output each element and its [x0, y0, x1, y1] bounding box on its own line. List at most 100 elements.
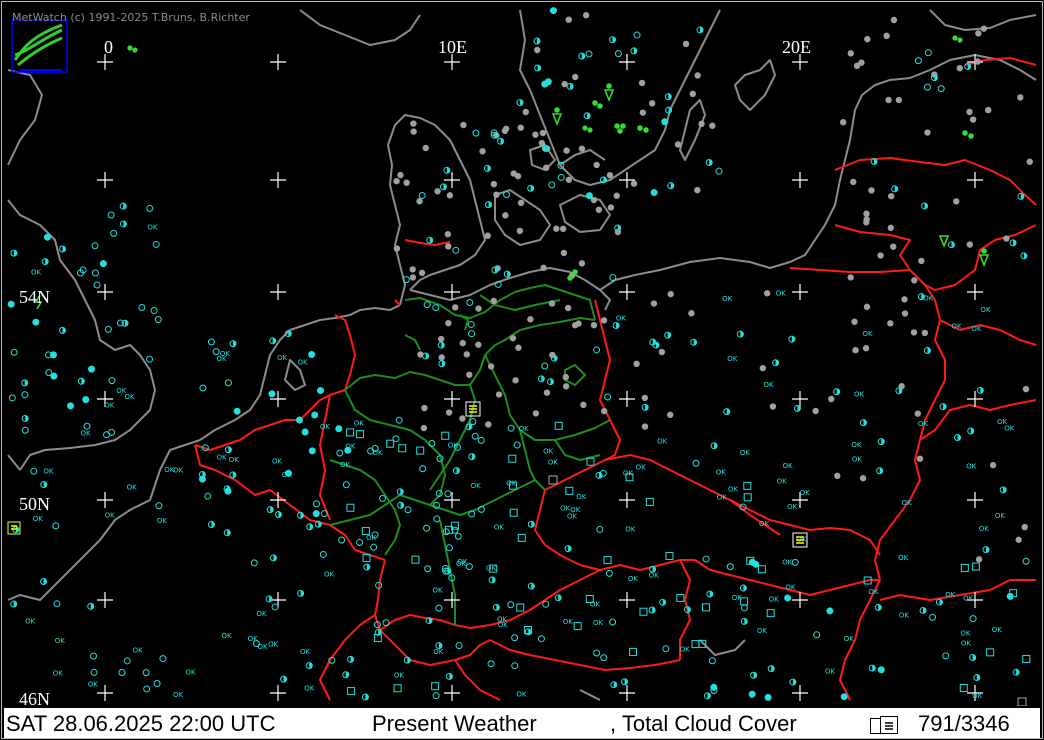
cloud-cover-station-icon: [513, 441, 521, 449]
overcast-station-icon: [540, 264, 547, 272]
overcast-station-icon: [565, 176, 573, 183]
overcast-station-icon: [393, 177, 400, 185]
clear-sky-station-label: OK: [268, 641, 279, 649]
longitude-label-0: 0: [104, 37, 113, 57]
overcast-station-icon: [565, 16, 572, 23]
clear-sky-station-label: OK: [740, 449, 751, 457]
cloud-cover-station-icon: [585, 192, 593, 200]
cloud-cover-station-icon: [877, 666, 885, 674]
grid-cross-icon: [97, 685, 113, 701]
drizzle-symbol-icon: [592, 100, 603, 109]
clear-sky-station-label: OK: [185, 669, 196, 677]
overcast-station-icon: [493, 191, 500, 198]
cloud-cover-station-icon: [469, 418, 477, 426]
cloud-cover-station-icon: [67, 402, 75, 410]
clear-sky-station-label: OK: [486, 564, 497, 572]
clear-sky-station-label: OK: [394, 671, 405, 679]
overcast-station-icon: [444, 231, 452, 238]
cloud-cover-station-icon: [1006, 592, 1014, 600]
overcast-station-icon: [921, 329, 929, 337]
cloud-cover-station-icon: [423, 524, 431, 532]
overcast-station-icon: [527, 316, 534, 323]
overcast-station-icon: [590, 321, 598, 329]
coastline-sweden: [519, 9, 721, 186]
overcast-station-icon: [641, 423, 649, 430]
cloud-cover-station-icon: [432, 304, 440, 312]
grid-cross-icon: [270, 685, 286, 701]
sky-obscured-station-icon: [743, 493, 752, 502]
clear-sky-station-label: OK: [340, 461, 351, 469]
clear-sky-station-label: OK: [173, 467, 184, 475]
legend-box-icon[interactable]: [880, 716, 898, 734]
overcast-station-icon: [393, 245, 401, 252]
clear-sky-station-label: OK: [433, 648, 444, 656]
cloud-cover-station-icon: [204, 492, 212, 500]
clear-sky-station-label: OK: [782, 559, 793, 567]
grid-cross-icon: [619, 685, 635, 701]
cloud-cover-station-icon: [7, 300, 15, 308]
metwatch-logo-icon: [11, 19, 68, 73]
clear-sky-station-label: OK: [628, 575, 639, 583]
clear-sky-station-label: OK: [776, 290, 787, 298]
overcast-station-icon: [560, 249, 568, 257]
clear-sky-station-label: OK: [133, 647, 144, 655]
clear-sky-station-label: OK: [625, 525, 636, 533]
clear-sky-station-label: OK: [716, 468, 727, 476]
clear-sky-station-label: OK: [494, 523, 505, 531]
overcast-station-icon: [863, 210, 870, 217]
cloud-cover-station-icon: [52, 522, 60, 530]
overcast-station-icon: [563, 147, 570, 154]
sky-obscured-station-icon: [960, 563, 969, 572]
overcast-station-icon: [850, 178, 857, 186]
cloud-cover-station-icon: [444, 490, 452, 498]
sky-obscured-station-icon: [665, 551, 674, 560]
weather-map[interactable]: OK OK OK OK OK OK OK OK OK OK OK OK OK OK OK OK OK OK OK OK…: [4, 4, 1040, 709]
clear-sky-station-label: OK: [951, 322, 962, 330]
cloud-cover-station-icon: [557, 173, 565, 181]
cloud-cover-station-icon: [715, 167, 723, 175]
overcast-station-icon: [914, 410, 921, 417]
sky-obscured-station-icon: [386, 439, 395, 448]
grid-cross-icon: [619, 284, 635, 300]
cloud-cover-station-icon: [99, 260, 107, 268]
clear-sky-station-label: OK: [963, 594, 974, 602]
cloud-cover-station-icon: [937, 85, 945, 93]
cloud-cover-station-icon: [154, 315, 162, 323]
cloud-cover-station-icon: [312, 510, 320, 518]
clear-sky-station-label: OK: [593, 619, 604, 627]
overcast-station-icon: [593, 161, 600, 169]
cloud-cover-station-icon: [442, 528, 450, 536]
map-canvas[interactable]: OK OK OK OK OK OK OK OK OK OK OK OK OK OK OK OK OK OK OK OK…: [4, 4, 1040, 707]
cloud-cover-station-icon: [107, 211, 115, 219]
cloud-cover-station-icon: [507, 601, 515, 609]
cloud-cover-station-icon: [471, 432, 479, 440]
cloud-cover-station-icon: [159, 655, 167, 663]
overcast-station-icon: [600, 407, 608, 415]
cloud-cover-station-icon: [88, 365, 96, 373]
overcast-station-icon: [532, 131, 539, 138]
overcast-station-icon: [578, 260, 586, 267]
overcast-station-icon: [459, 415, 466, 422]
overcast-station-icon: [689, 90, 696, 98]
overcast-station-icon: [595, 206, 603, 213]
overcast-station-icon: [522, 108, 529, 116]
sky-obscured-station-icon: [986, 648, 995, 657]
cloud-cover-station-icon: [452, 246, 460, 254]
overcast-station-icon: [667, 411, 674, 419]
overcast-station-icon: [534, 46, 541, 54]
cloud-cover-station-icon: [155, 502, 163, 510]
latitude-label-50n: 50N: [19, 494, 50, 514]
clear-sky-station-label: OK: [995, 512, 1006, 520]
overcast-station-icon: [562, 383, 570, 390]
cloud-cover-station-icon: [110, 229, 118, 237]
clear-sky-station-label: OK: [548, 458, 559, 466]
cloud-cover-station-icon: [32, 318, 40, 326]
overcast-station-icon: [887, 192, 895, 200]
clear-sky-station-label: OK: [320, 423, 331, 431]
overcast-station-icon: [501, 127, 509, 135]
clear-sky-station-label: OK: [980, 306, 991, 314]
cloud-cover-station-icon: [91, 242, 99, 250]
cloud-cover-station-icon: [271, 603, 279, 611]
clear-sky-station-label: OK: [997, 418, 1008, 426]
grid-cross-icon: [619, 492, 635, 508]
